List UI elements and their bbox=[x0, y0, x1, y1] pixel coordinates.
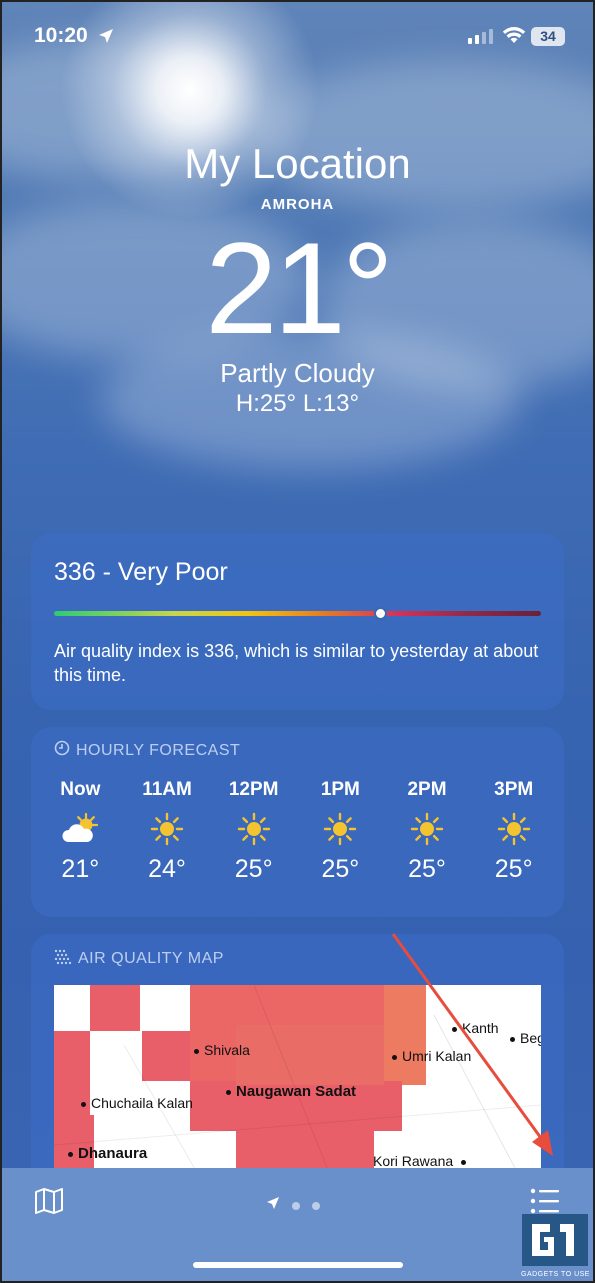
sun-icon bbox=[297, 803, 384, 855]
hourly-time: 11AM bbox=[142, 779, 192, 800]
air-quality-card[interactable]: 336 - Very Poor Air quality index is 336… bbox=[31, 533, 564, 710]
home-indicator bbox=[193, 1262, 403, 1268]
hourly-list: Now 21° 11AM 24° 12PM 25° 1PM 25° 2PM 25° 3PM 25° bbox=[37, 779, 557, 884]
map-place: Naugawan Sadat bbox=[226, 1083, 356, 1100]
map-place: Kori Rawana bbox=[373, 1153, 471, 1169]
map-place: Dhanaura bbox=[68, 1145, 147, 1162]
map-place: Kanth bbox=[452, 1020, 499, 1036]
aqi-value: 336 - Very Poor bbox=[54, 558, 228, 586]
air-quality-map-heading: AIR QUALITY MAP bbox=[54, 947, 224, 970]
status-bar: 10:20 34 bbox=[0, 22, 595, 54]
hourly-item: 12PM 25° bbox=[210, 779, 297, 884]
aqi-description: Air quality index is 336, which is simil… bbox=[54, 641, 539, 685]
map-icon[interactable] bbox=[34, 1188, 64, 1219]
hourly-item: 1PM 25° bbox=[297, 779, 384, 884]
location-title: My Location bbox=[184, 140, 411, 187]
hourly-time: 12PM bbox=[228, 779, 279, 800]
hourly-time: 3PM bbox=[494, 779, 534, 800]
hourly-item: 2PM 25° bbox=[384, 779, 471, 884]
location-arrow-icon bbox=[98, 28, 114, 49]
hourly-time: 2PM bbox=[407, 779, 447, 800]
watermark-logo: GADGETS TO USE bbox=[518, 1210, 593, 1280]
map-place: Chuchaila Kalan bbox=[81, 1095, 193, 1111]
hourly-forecast-heading: HOURLY FORECAST bbox=[54, 740, 240, 761]
location-subtitle: AMROHA bbox=[260, 196, 335, 213]
air-quality-map-card[interactable]: AIR QUALITY MAP Shivala Chuchaila Kalan … bbox=[31, 934, 564, 1205]
hourly-forecast-card[interactable]: HOURLY FORECAST Now 21° 11AM 24° 12PM 25° 1PM 2… bbox=[31, 727, 564, 917]
high-low-temperature: H:25° L:13° bbox=[235, 390, 360, 417]
hourly-temp: 25° bbox=[494, 855, 533, 883]
hourly-temp: 25° bbox=[408, 855, 446, 883]
hourly-temp: 24° bbox=[148, 855, 186, 883]
map-place: Umri Kalan bbox=[392, 1048, 471, 1064]
sun-icon bbox=[470, 803, 557, 855]
aqi-level-marker bbox=[374, 607, 388, 620]
hourly-temp: 25° bbox=[321, 855, 360, 883]
air-quality-map-icon bbox=[54, 947, 72, 970]
hourly-temp: 21° bbox=[61, 855, 100, 883]
map-place: Shivala bbox=[194, 1042, 250, 1058]
clock-icon bbox=[54, 740, 70, 761]
battery-icon: 34 bbox=[531, 27, 565, 46]
weather-condition: Partly Cloudy bbox=[220, 358, 375, 388]
cellular-signal-icon bbox=[468, 28, 494, 49]
hourly-time: 1PM bbox=[320, 779, 360, 800]
hourly-item: 11AM 24° bbox=[124, 779, 211, 884]
page-dot[interactable] bbox=[292, 1201, 300, 1210]
current-temperature: 21° bbox=[205, 215, 394, 361]
aqi-scale-bar bbox=[54, 611, 541, 616]
hourly-item: Now 21° bbox=[37, 779, 124, 884]
sun-icon bbox=[210, 803, 297, 855]
partly-cloudy-icon bbox=[37, 803, 124, 855]
page-dot[interactable] bbox=[312, 1201, 320, 1210]
hourly-time: Now bbox=[60, 779, 101, 800]
air-quality-map-label: AIR QUALITY MAP bbox=[78, 949, 224, 967]
hourly-forecast-label: HOURLY FORECAST bbox=[76, 741, 241, 759]
wifi-icon bbox=[502, 26, 526, 49]
map-place: Beg bbox=[510, 1030, 541, 1046]
bottom-toolbar bbox=[0, 1168, 595, 1283]
hourly-item: 3PM 25° bbox=[470, 779, 557, 884]
page-indicator[interactable] bbox=[266, 1196, 320, 1215]
hourly-temp: 25° bbox=[234, 855, 273, 883]
sun-icon bbox=[384, 803, 471, 855]
location-arrow-page-icon bbox=[266, 1196, 280, 1215]
watermark-text: GADGETS TO USE bbox=[521, 1271, 590, 1278]
sun-icon bbox=[124, 803, 211, 855]
status-time: 10:20 bbox=[34, 24, 88, 47]
